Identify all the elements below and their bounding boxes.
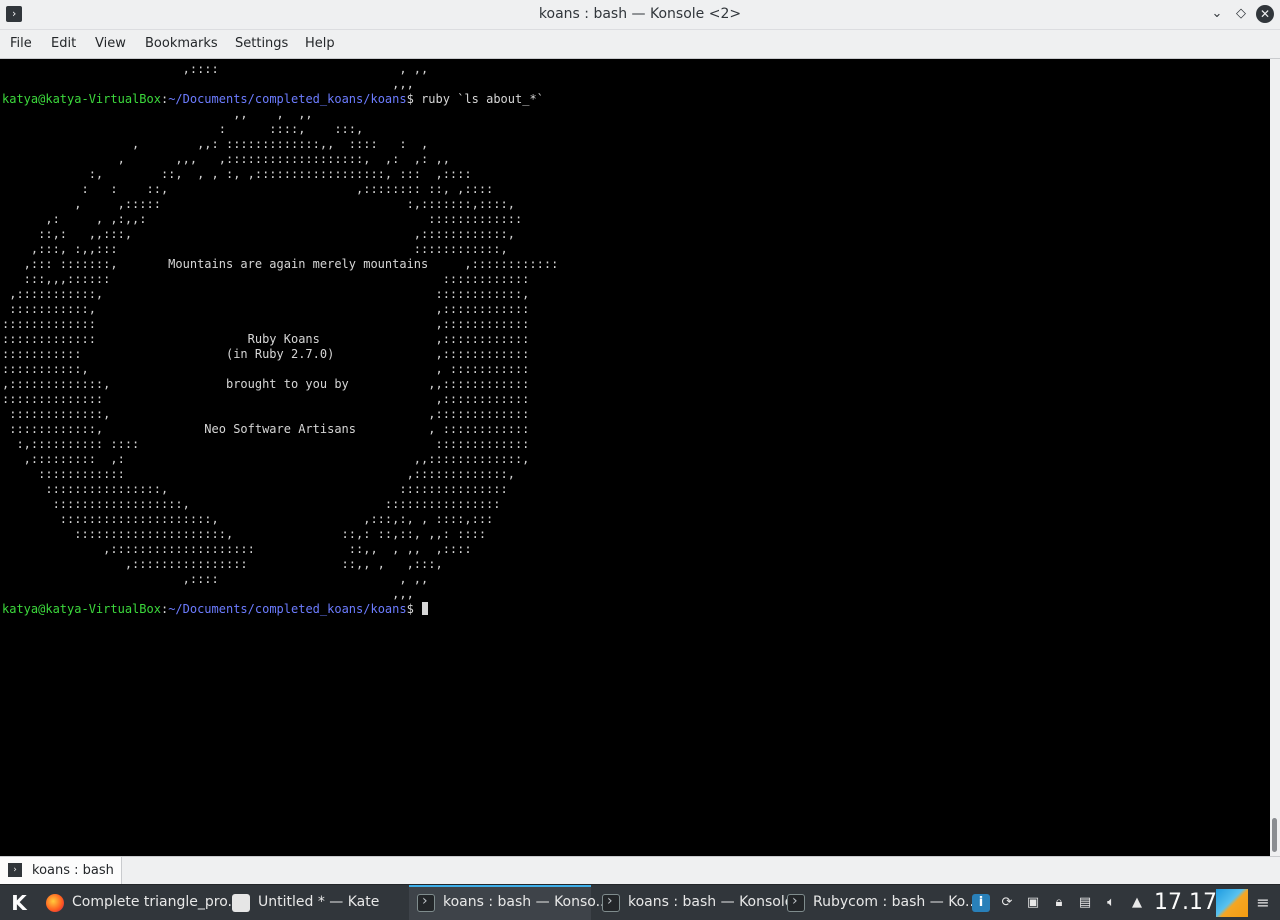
menu-edit[interactable]: Edit — [51, 30, 76, 58]
terminal-line: , ,,: :::::::::::::,, :::: : , — [2, 137, 429, 151]
menu-bookmarks[interactable]: Bookmarks — [145, 30, 218, 58]
window-titlebar[interactable]: › koans : bash — Konsole <2> ⌄ ◇ ✕ — [0, 0, 1280, 30]
terminal-line: : : ::, ,:::::::: ::, ,:::: — [2, 182, 494, 196]
terminal-scrollbar[interactable] — [1270, 59, 1280, 856]
taskbar: K Complete triangle_pro... Untitled * — … — [0, 884, 1280, 920]
terminal-line: :::,,,:::::: :::::::::::: — [2, 272, 530, 286]
terminal-line: ::::::::::::, Neo Software Artisans , ::… — [2, 422, 530, 436]
prompt-end: $ — [406, 92, 414, 106]
terminal-line: ,,, — [2, 587, 414, 601]
terminal-icon: › — [8, 863, 22, 877]
task-konsole-2[interactable]: koans : bash — Konso... — [409, 885, 609, 920]
terminal-line: :::::::::::::::::::::, ::,: ::,::, ,,: :… — [2, 527, 487, 541]
close-button[interactable]: ✕ — [1256, 5, 1274, 23]
terminal-view[interactable]: ,:::: , ,, ,,, katya@katya-VirtualBox:~/D… — [0, 59, 1270, 856]
terminal-output: ,:::: , ,, ,,, katya@katya-VirtualBox:~/D… — [2, 62, 558, 617]
battery-icon[interactable]: ▤ — [1076, 894, 1094, 912]
task-label: Untitled * — Kate — [258, 894, 380, 910]
tab-bar: › koans : bash — [0, 856, 1280, 884]
clipboard-icon[interactable]: ▣ — [1024, 894, 1042, 912]
hamburger-icon[interactable]: ≡ — [1254, 894, 1272, 912]
terminal-scrollback: ,:::: , ,, ,,, — [2, 62, 558, 92]
terminal-line: ,:::: , ,, — [2, 572, 429, 586]
firefox-icon — [46, 894, 64, 912]
task-label: koans : bash — Konsole — [628, 894, 794, 910]
prompt-path: ~/Documents/completed_koans/koans — [168, 92, 407, 106]
terminal-line: ::::::::::: (in Ruby 2.7.0) ,:::::::::::… — [2, 347, 530, 361]
terminal-line: ,::::::::: ,: ,,:::::::::::::, — [2, 452, 530, 466]
terminal-line: ,:::::::::::::, brought to you by ,,::::… — [2, 377, 530, 391]
menu-file[interactable]: File — [10, 30, 32, 58]
tab-koans-bash[interactable]: › koans : bash — [0, 857, 122, 884]
terminal-line: :::::::::::::, ,::::::::::::: — [2, 407, 530, 421]
prompt-line: katya@katya-VirtualBox:~/Documents/compl… — [2, 602, 558, 617]
task-label: Complete triangle_pro... — [72, 894, 241, 910]
terminal-line: , ,::::: :,:::::::,::::, — [2, 197, 515, 211]
lock-icon[interactable]: 🔒︎ — [1050, 894, 1068, 912]
terminal-line: : ::::, :::, — [2, 122, 364, 136]
terminal-line: ::::::::::::::::, ::::::::::::::: — [2, 482, 508, 496]
terminal-line: :, ::, , , :, ,::::::::::::::::::, ::: ,… — [2, 167, 472, 181]
terminal-line: ::::::::::::: Ruby Koans ,:::::::::::: — [2, 332, 530, 346]
close-icon: ✕ — [1259, 7, 1271, 21]
terminal-line: ,:::::::::::, ::::::::::::, — [2, 287, 530, 301]
prompt-user: katya@katya-VirtualBox — [2, 602, 161, 616]
kde-launcher-icon[interactable]: K — [6, 891, 32, 915]
ascii-art: ,, , ,, : ::::, :::, , ,,: :::::::::::::… — [2, 107, 558, 602]
kate-document-icon — [232, 894, 250, 912]
terminal-line: :,:::::::::: :::: ::::::::::::: — [2, 437, 530, 451]
menu-settings[interactable]: Settings — [235, 30, 288, 58]
chevron-down-icon: ⌄ — [1211, 6, 1223, 21]
scrollbar-thumb[interactable] — [1272, 818, 1277, 852]
info-icon[interactable]: i — [972, 894, 990, 912]
task-label: koans : bash — Konso... — [443, 894, 609, 910]
prompt-end: $ — [406, 602, 414, 616]
task-konsole[interactable]: koans : bash — Konsole — [594, 885, 793, 920]
terminal-line: ,:::, :,,::: ::::::::::::, — [2, 242, 508, 256]
diamond-icon: ◇ — [1236, 6, 1246, 21]
terminal-line: ,, , ,, — [2, 107, 313, 121]
window-title: koans : bash — Konsole <2> — [538, 6, 742, 22]
prompt-user: katya@katya-VirtualBox — [2, 92, 161, 106]
terminal-line: :::::::::::::::::::::, ,:::,:, , ::::,::… — [2, 512, 494, 526]
terminal-line: ::::::::::::: ,:::::::::::: — [2, 317, 530, 331]
tab-label: koans : bash — [32, 863, 114, 878]
maximize-button[interactable]: ◇ — [1232, 5, 1250, 23]
terminal-line: :::::::::::, ,:::::::::::: — [2, 302, 530, 316]
command-text: ruby `ls about_*` — [413, 92, 544, 106]
menu-view[interactable]: View — [95, 30, 126, 58]
clock[interactable]: 17.17 — [1154, 885, 1217, 920]
menu-bar: File Edit View Bookmarks Settings Help — [0, 30, 1280, 59]
prompt-path: ~/Documents/completed_koans/koans — [168, 602, 407, 616]
terminal-line: :::::::::::::: ,:::::::::::: — [2, 392, 530, 406]
terminal-line: ,::: :::::::, Mountains are again merely… — [2, 257, 559, 271]
terminal-line: ::::::::::::::::::, :::::::::::::::: — [2, 497, 501, 511]
terminal-line: ,:::::::::::::::: ::,, , ,:::, — [2, 557, 443, 571]
updates-icon[interactable]: ⟳ — [998, 894, 1016, 912]
terminal-icon — [417, 893, 435, 912]
terminal-line: , ,,, ,:::::::::::::::::::, ,: ,: ,, — [2, 152, 450, 166]
terminal-line: ,:::::::::::::::::::: ::,, , ,, ,:::: — [2, 542, 472, 556]
terminal-icon — [602, 893, 620, 912]
minimize-button[interactable]: ⌄ — [1208, 5, 1226, 23]
terminal-line: ,:::: , ,, — [2, 62, 429, 76]
terminal-line: ::,: ,,:::, ,::::::::::::, — [2, 227, 515, 241]
show-desktop-button[interactable] — [1216, 889, 1248, 917]
text-cursor — [422, 602, 429, 615]
prompt-line: katya@katya-VirtualBox:~/Documents/compl… — [2, 92, 558, 107]
task-kate[interactable]: Untitled * — Kate — [224, 885, 406, 920]
task-firefox[interactable]: Complete triangle_pro... — [38, 885, 241, 920]
terminal-line: :::::::::::, , ::::::::::: — [2, 362, 530, 376]
terminal-line: :::::::::::: ,:::::::::::::, — [2, 467, 515, 481]
terminal-line: ,: , ,:,,: ::::::::::::: — [2, 212, 523, 226]
volume-icon[interactable]: 🔈︎ — [1102, 894, 1120, 912]
task-rubycom[interactable]: Rubycom : bash — Ko... — [779, 885, 978, 920]
expand-tray-icon[interactable]: ▲ — [1128, 894, 1146, 912]
task-label: Rubycom : bash — Ko... — [813, 894, 979, 910]
terminal-line: ,,, — [2, 77, 414, 91]
menu-help[interactable]: Help — [305, 30, 335, 58]
terminal-icon — [787, 893, 805, 912]
